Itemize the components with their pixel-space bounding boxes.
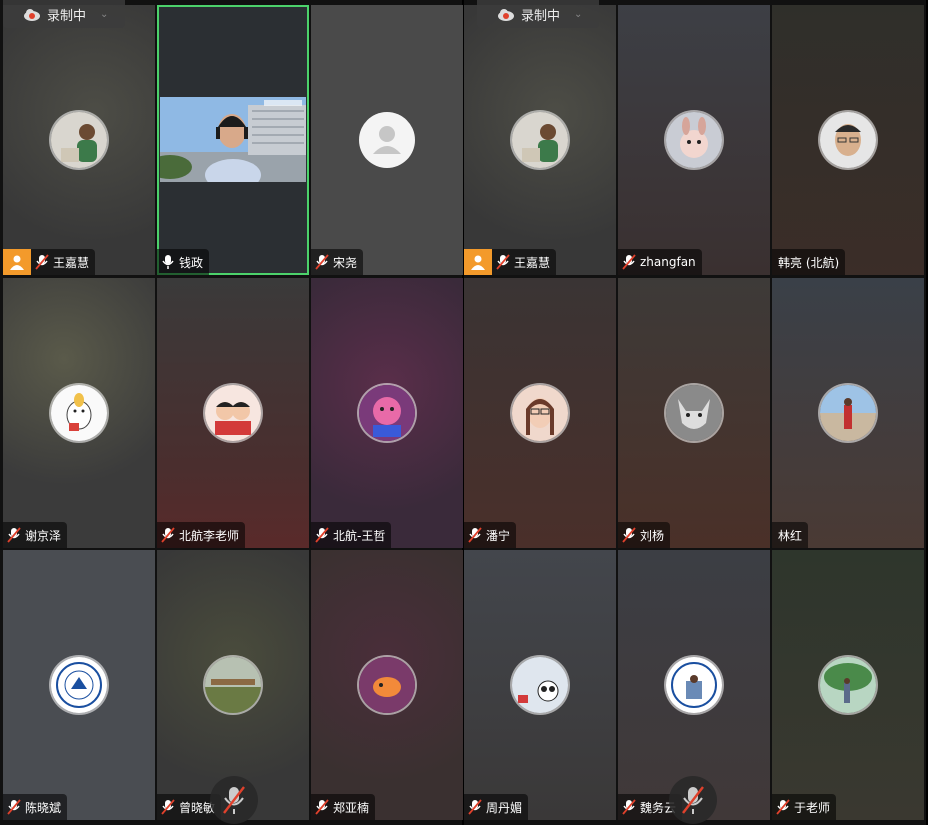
participant-tile[interactable]: 谢京泽: [3, 278, 155, 548]
participant-nameplate: 北航李老师: [157, 522, 246, 548]
participant-tile[interactable]: 于老师: [772, 550, 924, 820]
participant-avatar: [51, 385, 107, 441]
participant-video: [160, 97, 306, 182]
participant-tile[interactable]: zhangfan: [618, 5, 770, 275]
participant-name: 于老师: [794, 800, 831, 815]
mic-muted-icon: [492, 249, 514, 275]
mic-muted-icon: [311, 249, 333, 275]
participant-nameplate: 谢京泽: [3, 522, 68, 548]
host-icon: [3, 249, 31, 275]
participant-avatar: [512, 112, 568, 168]
left-video-grid: 录制中 ⌄ 王嘉慧 钱政 宋尧 谢京泽 北航李老师 北航-王哲 陈晓斌 曾晓敏 …: [0, 0, 463, 825]
participant-tile[interactable]: 王嘉慧: [3, 5, 155, 275]
recording-label: 录制中: [521, 8, 561, 24]
participant-name: 王嘉慧: [514, 255, 551, 270]
participant-tile[interactable]: 林红: [772, 278, 924, 548]
participant-tile[interactable]: 王嘉慧: [464, 5, 616, 275]
participant-tile-active-speaker[interactable]: 钱政: [157, 5, 309, 275]
participant-avatar: [512, 385, 568, 441]
participant-nameplate: 韩亮 (北航): [772, 249, 846, 275]
participant-name: 郑亚楠: [333, 800, 370, 815]
recording-indicator[interactable]: 录制中 ⌄: [477, 0, 599, 28]
cloud-record-icon: [498, 9, 514, 21]
participant-nameplate: 王嘉慧: [3, 249, 96, 275]
mic-muted-icon: [772, 794, 794, 820]
participant-tile[interactable]: 刘杨: [618, 278, 770, 548]
participant-nameplate: 郑亚楠: [311, 794, 376, 820]
participant-name: 王嘉慧: [53, 255, 90, 270]
mic-muted-icon: [464, 522, 486, 548]
participant-name: 北航李老师: [179, 528, 240, 543]
participant-tile[interactable]: 宋尧: [311, 5, 463, 275]
participant-nameplate: zhangfan: [618, 249, 702, 275]
participant-nameplate: 刘杨: [618, 522, 671, 548]
participant-avatar: [205, 657, 261, 713]
recording-label: 录制中: [47, 8, 87, 24]
mic-muted-icon: [223, 786, 245, 814]
participant-name: 北航-王哲: [333, 528, 386, 543]
participant-name: 林红: [778, 528, 803, 543]
participant-name: 潘宁: [486, 528, 511, 543]
mic-muted-icon: [618, 794, 640, 820]
mic-muted-icon: [618, 522, 640, 548]
participant-nameplate: 周丹媚: [464, 794, 529, 820]
mic-muted-icon: [464, 794, 486, 820]
participant-nameplate: 王嘉慧: [464, 249, 557, 275]
mic-muted-icon: [311, 794, 333, 820]
recording-indicator[interactable]: 录制中 ⌄: [3, 0, 125, 28]
participant-avatar: [359, 657, 415, 713]
participant-nameplate: 陈晓斌: [3, 794, 68, 820]
mic-muted-icon: [31, 249, 53, 275]
participant-tile[interactable]: 潘宁: [464, 278, 616, 548]
mute-toggle-button[interactable]: [210, 776, 258, 824]
university-logo-avatar: [51, 657, 107, 713]
mic-muted-icon: [682, 786, 704, 814]
participant-nameplate: 于老师: [772, 794, 837, 820]
chevron-down-icon[interactable]: ⌄: [574, 9, 582, 20]
participant-avatar: [820, 112, 876, 168]
participant-tile[interactable]: 北航-王哲: [311, 278, 463, 548]
participant-nameplate: 林红: [772, 522, 809, 548]
mute-toggle-button[interactable]: [669, 776, 717, 824]
participant-nameplate: 北航-王哲: [311, 522, 392, 548]
host-icon: [464, 249, 492, 275]
participant-name: 宋尧: [333, 255, 358, 270]
participant-avatar: [512, 657, 568, 713]
participant-name: 钱政: [179, 255, 204, 270]
participant-tile[interactable]: 韩亮 (北航): [772, 5, 924, 275]
participant-avatar: [820, 657, 876, 713]
participant-avatar: [205, 385, 261, 441]
participant-avatar: [666, 385, 722, 441]
mic-on-icon: [157, 249, 179, 275]
participant-name: 谢京泽: [25, 528, 62, 543]
mic-muted-icon: [311, 522, 333, 548]
right-video-grid: 录制中 ⌄ 王嘉慧 zhangfan 韩亮 (北航) 潘宁 刘杨 林红 周丹媚 …: [464, 0, 926, 825]
participant-nameplate: 潘宁: [464, 522, 517, 548]
university-logo-avatar: [666, 657, 722, 713]
participant-tile[interactable]: 周丹媚: [464, 550, 616, 820]
default-user-avatar: [359, 112, 415, 168]
participant-name: 陈晓斌: [25, 800, 62, 815]
participant-tile[interactable]: 北航李老师: [157, 278, 309, 548]
participant-name: 韩亮 (北航): [778, 255, 840, 270]
cloud-record-icon: [24, 9, 40, 21]
participant-tile[interactable]: 陈晓斌: [3, 550, 155, 820]
participant-name: 刘杨: [640, 528, 665, 543]
mic-muted-icon: [157, 794, 179, 820]
chevron-down-icon[interactable]: ⌄: [100, 9, 108, 20]
participant-name: zhangfan: [640, 255, 696, 269]
participant-nameplate: 钱政: [157, 249, 210, 275]
participant-avatar: [666, 112, 722, 168]
participant-avatar: [359, 385, 415, 441]
mic-muted-icon: [3, 794, 25, 820]
mic-muted-icon: [157, 522, 179, 548]
mic-muted-icon: [618, 249, 640, 275]
participant-tile[interactable]: 郑亚楠: [311, 550, 463, 820]
participant-nameplate: 宋尧: [311, 249, 364, 275]
participant-avatar: [820, 385, 876, 441]
participant-avatar: [51, 112, 107, 168]
participant-name: 周丹媚: [486, 800, 523, 815]
mic-muted-icon: [3, 522, 25, 548]
